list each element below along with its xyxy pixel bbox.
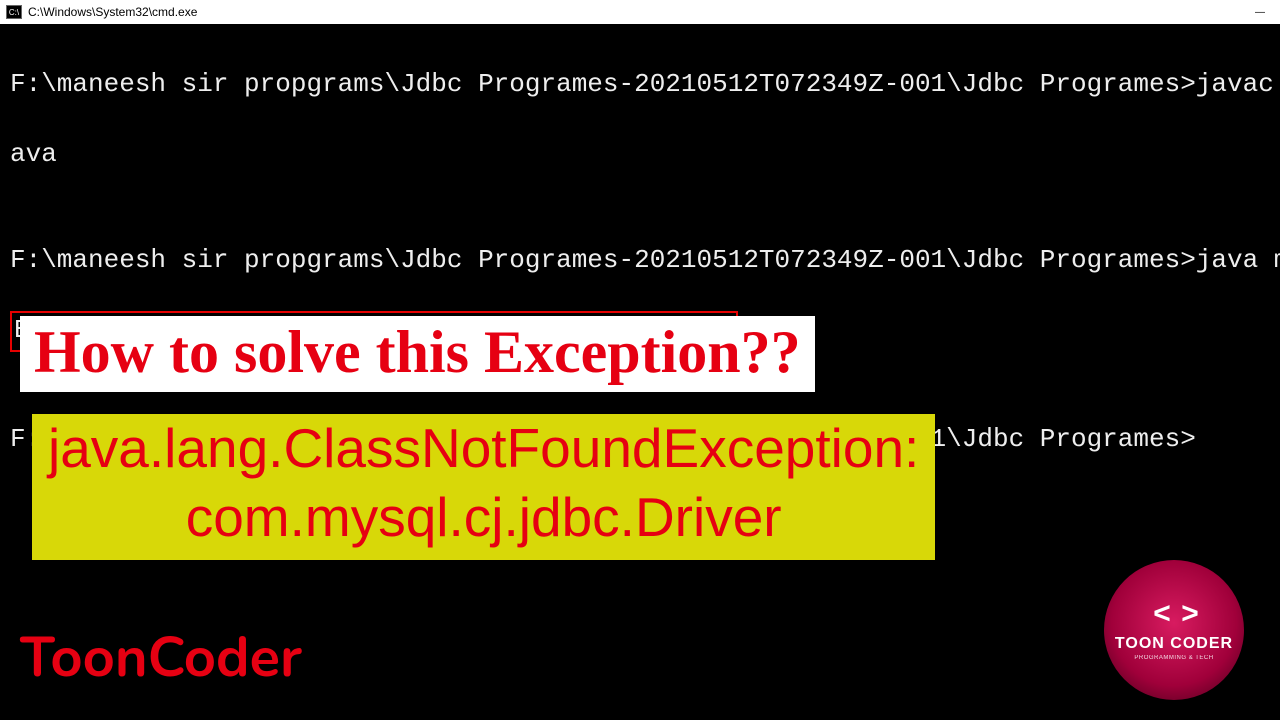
window-titlebar: C:\ C:\Windows\System32\cmd.exe — <box>0 0 1280 24</box>
exception-line-2: com.mysql.cj.jdbc.Driver <box>48 483 919 552</box>
cmd-icon: C:\ <box>6 5 22 19</box>
terminal-line: F:\maneesh sir propgrams\Jdbc Programes-… <box>10 243 1270 278</box>
channel-logo: < > TOON CODER PROGRAMMING & TECH <box>1104 560 1244 700</box>
overlay-heading: How to solve this Exception?? <box>20 316 815 392</box>
terminal-line: F:\maneesh sir propgrams\Jdbc Programes-… <box>10 67 1270 102</box>
code-icon: < > <box>1153 599 1195 633</box>
logo-title: TOON CODER <box>1115 635 1233 653</box>
overlay-exception: java.lang.ClassNotFoundException: com.my… <box>32 414 935 560</box>
window-title: C:\Windows\System32\cmd.exe <box>28 5 197 19</box>
brand-text: ToonCoder <box>20 619 302 696</box>
minimize-button[interactable]: — <box>1240 0 1280 24</box>
logo-subtitle: PROGRAMMING & TECH <box>1134 655 1213 661</box>
exception-line-1: java.lang.ClassNotFoundException: <box>48 414 919 483</box>
window-controls: — <box>1240 0 1280 24</box>
terminal-line: ava <box>10 137 1270 172</box>
